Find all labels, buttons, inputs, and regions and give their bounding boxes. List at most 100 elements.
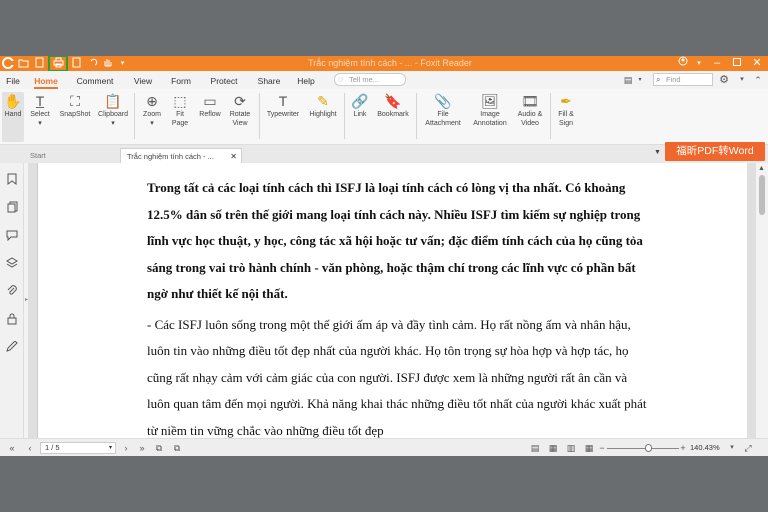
zoom-in-icon[interactable]: + bbox=[678, 441, 688, 455]
single-page-icon[interactable]: ▤ bbox=[528, 441, 542, 455]
collapse-ribbon-icon[interactable]: ⌃ bbox=[752, 74, 764, 86]
tab-file[interactable]: File bbox=[4, 74, 22, 88]
vertical-scrollbar[interactable]: ▲ bbox=[756, 163, 768, 438]
clipboard-icon: 📋 bbox=[104, 93, 122, 109]
document-view[interactable]: Trong tất cả các loại tính cách thì ISFJ… bbox=[28, 163, 756, 438]
first-page-icon[interactable]: « bbox=[6, 441, 18, 455]
signature-panel-icon[interactable] bbox=[4, 340, 20, 357]
search-options-icon[interactable]: ⚙ bbox=[718, 74, 730, 86]
bookmark-button[interactable]: 🔖 Bookmark bbox=[375, 92, 411, 119]
next-page-icon[interactable]: › bbox=[120, 441, 132, 455]
attachments-panel-icon[interactable] bbox=[4, 285, 20, 301]
find-placeholder: Find bbox=[666, 75, 681, 84]
layers-panel-icon[interactable] bbox=[4, 257, 20, 273]
tab-protect[interactable]: Protect bbox=[206, 74, 242, 88]
facing-page-icon[interactable]: ▥ bbox=[564, 441, 578, 455]
zoom-dropdown-icon[interactable]: ▾ bbox=[727, 441, 737, 455]
account-dropdown-icon[interactable]: ▾ bbox=[690, 56, 708, 71]
hand-tool-icon[interactable] bbox=[101, 57, 114, 70]
snapshot-icon: ⛶ bbox=[70, 93, 80, 109]
select-button[interactable]: T̲ Select ▾ bbox=[28, 92, 52, 128]
bookmark-panel-icon[interactable] bbox=[4, 173, 20, 189]
tab-form[interactable]: Form bbox=[168, 74, 194, 88]
foxit-reader-window: ▾ Trắc nghiệm tính cách - ... - Foxit Re… bbox=[0, 56, 768, 456]
ribbon-separator bbox=[344, 93, 345, 139]
page-icon[interactable] bbox=[33, 57, 46, 70]
body-paragraph: - Các ISFJ luôn sống trong một thế giới … bbox=[147, 316, 647, 438]
pages-panel-icon[interactable] bbox=[4, 201, 20, 217]
close-tab-icon[interactable]: ✕ bbox=[230, 149, 237, 164]
continuous-facing-icon[interactable]: ▦ bbox=[582, 441, 596, 455]
page-content: Trong tất cả các loại tính cách thì ISFJ… bbox=[147, 175, 647, 438]
search-dropdown-icon[interactable]: ▾ bbox=[736, 74, 748, 86]
page-icon-2[interactable] bbox=[70, 57, 83, 70]
tab-share[interactable]: Share bbox=[254, 74, 284, 88]
pen-icon: ✒ bbox=[560, 93, 572, 109]
close-window-button[interactable]: ✕ bbox=[748, 56, 766, 71]
prev-page-icon[interactable]: ‹ bbox=[24, 441, 36, 455]
title-bar: ▾ Trắc nghiệm tính cách - ... - Foxit Re… bbox=[0, 56, 768, 72]
tab-home[interactable]: Home bbox=[32, 74, 60, 89]
layout-icon[interactable]: ▤ bbox=[622, 74, 634, 86]
minimize-button[interactable]: – bbox=[708, 56, 726, 71]
link-button[interactable]: 🔗 Link bbox=[349, 92, 371, 119]
comments-panel-icon[interactable] bbox=[4, 229, 20, 245]
find-input[interactable]: ⌕ Find bbox=[653, 73, 713, 86]
lightbulb-icon: ◌ bbox=[338, 75, 343, 84]
ribbon-separator bbox=[134, 93, 135, 139]
status-bar: « ‹ 1 / 5 ▾ › » ⧉ ⧉ ▤ ▦ ▥ ▦ − + 140.43% … bbox=[0, 438, 768, 456]
continuous-page-icon[interactable]: ▦ bbox=[546, 441, 560, 455]
maximize-button[interactable] bbox=[728, 56, 746, 71]
document-tab-title: Trắc nghiệm tính cách - ... bbox=[127, 152, 214, 161]
typewriter-button[interactable]: T Typewriter bbox=[263, 92, 303, 119]
previous-view-icon[interactable]: ⧉ bbox=[152, 441, 166, 455]
fill-sign-button[interactable]: ✒ Fill & Sign bbox=[553, 92, 579, 128]
zoom-dropdown-icon: ▾ bbox=[150, 120, 154, 127]
zoom-slider[interactable] bbox=[607, 448, 679, 449]
zoom-slider-knob[interactable] bbox=[645, 444, 652, 452]
next-view-icon[interactable]: ⧉ bbox=[170, 441, 184, 455]
fullscreen-icon[interactable]: ⤢ bbox=[741, 441, 755, 455]
rotate-view-button[interactable]: ⟳ Rotate View bbox=[226, 92, 254, 128]
tab-document[interactable]: Trắc nghiệm tính cách - ... ✕ bbox=[120, 148, 242, 163]
undo-icon[interactable] bbox=[86, 57, 99, 70]
zoom-button[interactable]: ⊕ Zoom ▾ bbox=[140, 92, 164, 128]
dropdown-icon[interactable]: ▾ bbox=[116, 57, 129, 70]
highlight-button[interactable]: ✎ Highlight bbox=[306, 92, 340, 119]
ribbon: ✋ Hand T̲ Select ▾ ⛶ SnapShot 📋 Clipboar… bbox=[0, 89, 768, 145]
hand-icon: ✋ bbox=[4, 93, 22, 109]
clipboard-button[interactable]: 📋 Clipboard ▾ bbox=[97, 92, 129, 128]
scroll-up-icon[interactable]: ▲ bbox=[758, 165, 765, 172]
scrollbar-thumb[interactable] bbox=[759, 175, 765, 215]
zoom-out-icon[interactable]: − bbox=[597, 441, 607, 455]
tab-view[interactable]: View bbox=[130, 74, 156, 88]
page-dropdown-icon[interactable]: ▾ bbox=[109, 443, 112, 453]
zoom-level[interactable]: 140.43% bbox=[690, 442, 720, 454]
ribbon-separator bbox=[550, 93, 551, 139]
page-number-input[interactable]: 1 / 5 ▾ bbox=[40, 442, 116, 454]
tab-comment[interactable]: Comment bbox=[74, 74, 116, 88]
tell-me-input[interactable]: ◌ Tell me... bbox=[334, 73, 406, 86]
link-icon: 🔗 bbox=[351, 93, 369, 109]
snapshot-button[interactable]: ⛶ SnapShot bbox=[57, 92, 93, 119]
file-attachment-button[interactable]: 📎 File Attachment bbox=[420, 92, 466, 128]
image-annotation-button[interactable]: 🖼 Image Annotation bbox=[469, 92, 511, 128]
security-panel-icon[interactable] bbox=[4, 313, 20, 329]
tab-list-arrow-icon[interactable]: ▼ bbox=[654, 149, 661, 156]
highlight-icon: ✎ bbox=[317, 93, 329, 109]
tab-start[interactable]: Start bbox=[24, 148, 116, 163]
last-page-icon[interactable]: » bbox=[136, 441, 148, 455]
ribbon-tabs: File Home Comment View Form Protect Shar… bbox=[0, 71, 768, 89]
pdf-to-word-banner[interactable]: 福昕PDF转Word bbox=[665, 142, 765, 161]
folder-icon[interactable] bbox=[17, 57, 30, 70]
bold-paragraph: Trong tất cả các loại tính cách thì ISFJ… bbox=[147, 180, 643, 301]
audio-video-button[interactable]: 🎞 Audio & Video bbox=[513, 92, 547, 128]
fit-page-button[interactable]: ⬚ Fit Page bbox=[167, 92, 193, 128]
foxit-logo-icon[interactable] bbox=[1, 57, 14, 70]
tab-help[interactable]: Help bbox=[294, 74, 318, 88]
highlight-box bbox=[48, 56, 68, 72]
reflow-button[interactable]: ▭ Reflow bbox=[196, 92, 224, 119]
page-number: 1 / 5 bbox=[45, 443, 60, 452]
hand-button[interactable]: ✋ Hand bbox=[2, 92, 24, 142]
layout-dropdown-icon[interactable]: ▾ bbox=[634, 74, 646, 86]
